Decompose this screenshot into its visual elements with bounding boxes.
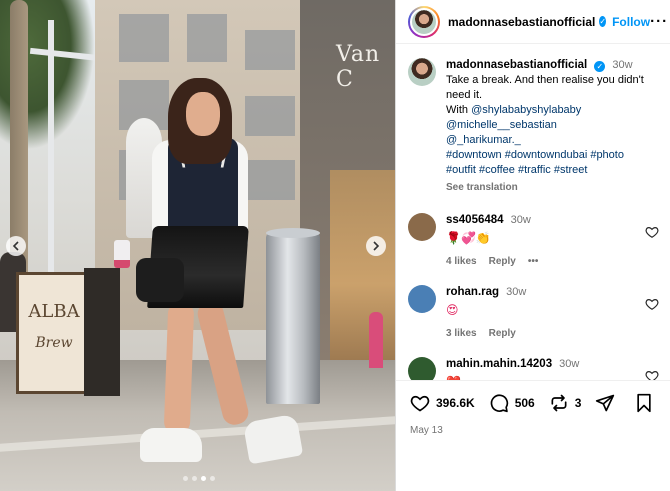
hashtags[interactable]: #outfit #coffee #traffic #street	[446, 163, 646, 178]
post-actions-bar: 396.6K 506 3 May 13	[396, 380, 670, 491]
sign-stand	[84, 268, 120, 396]
heart-icon[interactable]	[645, 225, 659, 239]
background-person	[369, 312, 383, 368]
comment-username[interactable]: mahin.mahin.14203	[446, 358, 552, 370]
woman-leg	[163, 301, 195, 435]
coffee-cup	[114, 240, 130, 268]
comment-time: 30w	[506, 286, 527, 298]
comment-button[interactable]: 506	[489, 393, 535, 413]
comment-time: 30w	[510, 214, 531, 226]
comment-actions: 3 likes Reply	[446, 326, 646, 341]
avatar[interactable]	[408, 357, 436, 380]
heart-icon[interactable]	[645, 369, 659, 380]
avatar[interactable]	[408, 285, 436, 313]
comment-username[interactable]: rohan.rag	[446, 286, 499, 298]
send-icon	[596, 394, 615, 412]
street-pole	[48, 20, 54, 280]
comment-count: 506	[514, 396, 535, 410]
avatar[interactable]	[408, 58, 436, 86]
verified-badge-icon: ✓	[599, 16, 607, 27]
comment-text: 😍	[446, 303, 459, 317]
post-header: madonnasebastianofficial ✓ Follow ···	[396, 0, 670, 44]
avatar	[410, 7, 438, 36]
more-options-icon[interactable]: ···	[650, 13, 668, 30]
handbag	[136, 258, 184, 302]
mention-link[interactable]: @shylababyshylababy	[471, 104, 581, 116]
mention-link[interactable]: @michelle__sebastian	[446, 118, 646, 133]
save-button[interactable]	[635, 393, 659, 413]
comment-text: 🌹💞👏	[446, 231, 491, 245]
story-avatar[interactable]	[408, 5, 440, 38]
post-date: May 13	[410, 425, 443, 436]
steel-bollard	[266, 232, 320, 404]
cafe-sign-script: Brew	[35, 335, 73, 351]
avatar[interactable]	[408, 213, 436, 241]
comment-actions: 4 likes Reply •••	[446, 254, 646, 269]
carousel-dot	[201, 476, 206, 481]
comment-likes[interactable]: 4 likes	[446, 254, 477, 269]
cafe-sign: ALBA Brew	[16, 272, 92, 394]
comment-body: ss4056484 30w 🌹💞👏 4 likes Reply •••	[446, 213, 646, 269]
caption-text: Take a break. And then realise you didn'…	[446, 74, 644, 101]
caption-body: madonnasebastianofficial ✓ 30w Take a br…	[446, 58, 646, 195]
mention-link[interactable]: @_harikumar._	[446, 133, 646, 148]
store-brand-text: Van C	[336, 42, 381, 92]
post-photo[interactable]: Van C ALBA Brew	[0, 0, 395, 491]
woman-face	[186, 92, 220, 136]
verified-badge-icon: ✓	[594, 61, 606, 72]
carousel-next-button[interactable]	[366, 236, 386, 256]
cafe-sign-text: ALBA	[28, 301, 80, 322]
comment-item: ss4056484 30w 🌹💞👏 4 likes Reply •••	[408, 213, 659, 269]
reply-button[interactable]: Reply	[489, 326, 516, 341]
carousel-prev-button[interactable]	[6, 236, 26, 256]
carousel-dot	[183, 476, 188, 481]
comment-more-icon[interactable]: •••	[528, 254, 539, 269]
comment-username[interactable]: ss4056484	[446, 214, 504, 226]
carousel-dot	[210, 476, 215, 481]
follow-button[interactable]: Follow	[612, 15, 650, 29]
comment-likes[interactable]: 3 likes	[446, 326, 477, 341]
bookmark-icon	[637, 393, 652, 413]
see-translation-link[interactable]: See translation	[446, 180, 646, 195]
comment-body: rohan.rag 30w 😍 3 likes Reply	[446, 285, 646, 341]
heart-icon	[410, 395, 430, 412]
white-sneaker	[140, 428, 202, 462]
repost-icon	[551, 394, 567, 412]
repost-count: 3	[574, 396, 582, 410]
caption: madonnasebastianofficial ✓ 30w Take a br…	[408, 58, 659, 195]
shop-window	[330, 170, 395, 360]
heart-icon[interactable]	[645, 297, 659, 311]
like-count: 396.6K	[436, 396, 475, 410]
comment-item: mahin.mahin.14203 30w ❤️	[408, 357, 659, 380]
comment-time: 30w	[559, 358, 580, 370]
bollard-top	[266, 228, 320, 238]
caption-username[interactable]: madonnasebastianofficial	[446, 59, 587, 71]
comment-bubble-icon	[490, 394, 508, 413]
comments-section: madonnasebastianofficial ✓ 30w Take a br…	[396, 44, 670, 380]
carousel-indicator	[183, 476, 215, 481]
chevron-right-icon	[373, 241, 380, 251]
reply-button[interactable]: Reply	[489, 254, 516, 269]
carousel-dot	[192, 476, 197, 481]
share-button[interactable]	[595, 393, 621, 413]
caption-with: With	[446, 104, 468, 116]
hashtags[interactable]: #downtown #downtowndubai #photo	[446, 148, 646, 163]
repost-button[interactable]: 3	[549, 393, 582, 413]
comment-body: mahin.mahin.14203 30w ❤️	[446, 357, 646, 380]
caption-time: 30w	[612, 59, 633, 71]
chevron-left-icon	[12, 241, 19, 251]
action-buttons: 396.6K 506 3	[410, 393, 659, 413]
post-side-panel: madonnasebastianofficial ✓ Follow ··· ma…	[395, 0, 670, 491]
comment-item: rohan.rag 30w 😍 3 likes Reply	[408, 285, 659, 341]
like-button[interactable]: 396.6K	[410, 393, 475, 413]
author-username[interactable]: madonnasebastianofficial	[448, 15, 595, 29]
